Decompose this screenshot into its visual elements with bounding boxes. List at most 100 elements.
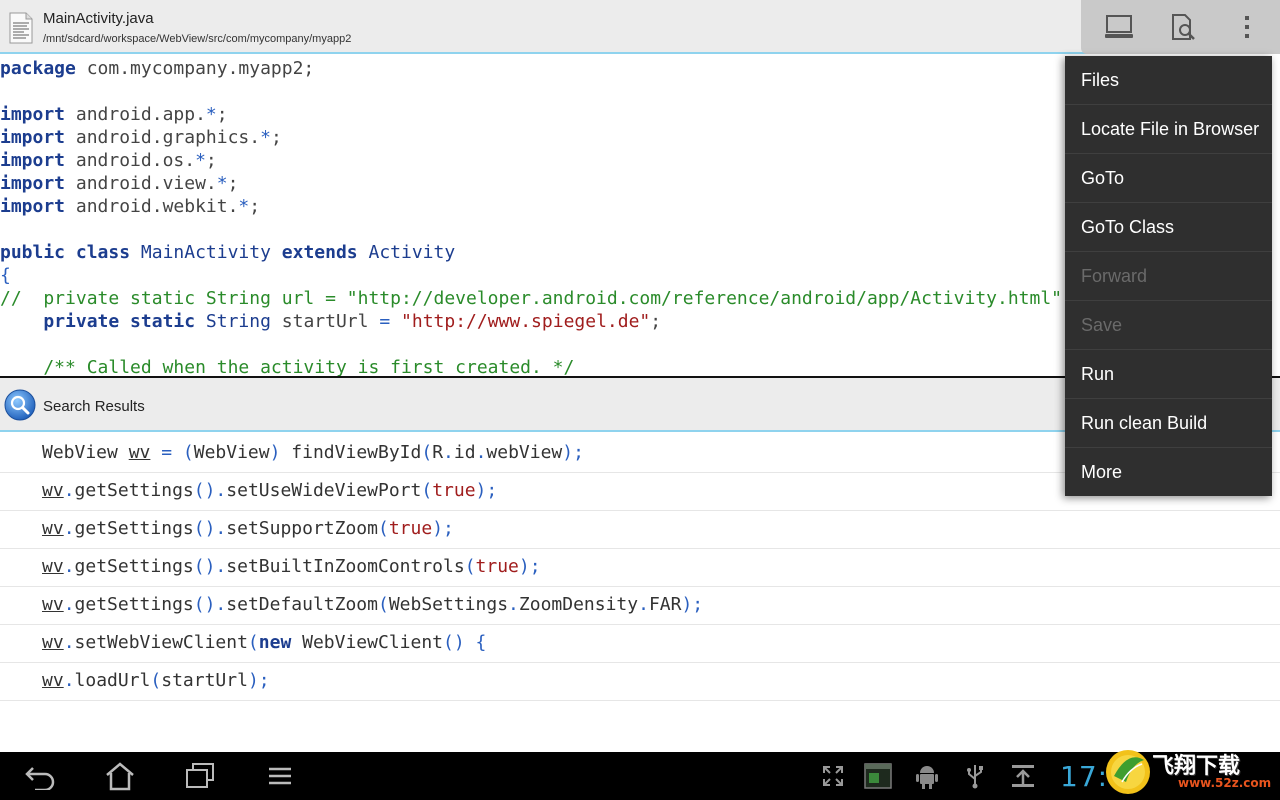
laptop-button[interactable]	[1101, 10, 1137, 44]
code-token: ;	[270, 127, 282, 148]
code-token: (	[247, 632, 259, 653]
code-token: .	[63, 594, 75, 615]
code-token: (	[421, 442, 433, 463]
code-token: () {	[443, 632, 487, 653]
search-file-button[interactable]	[1165, 10, 1201, 44]
code-token: import	[0, 104, 66, 125]
code-token: setUseWideViewPort	[226, 480, 422, 501]
search-result-row[interactable]: wv.getSettings().setSupportZoom(true);	[0, 511, 1280, 549]
code-token: com.mycompany.myapp2;	[75, 58, 315, 79]
search-result-text: wv.getSettings().setDefaultZoom(WebSetti…	[42, 594, 703, 615]
laptop-icon	[1105, 15, 1133, 38]
search-result-text: WebView wv = (WebView) findViewById(R.id…	[42, 442, 584, 463]
code-token: .	[63, 556, 75, 577]
code-token: extends	[270, 242, 369, 263]
code-token: setDefaultZoom	[226, 594, 378, 615]
usb-icon	[967, 765, 983, 789]
code-token: *	[216, 173, 228, 194]
recent-apps-button[interactable]	[178, 758, 222, 794]
code-token: setBuiltInZoomControls	[226, 556, 465, 577]
code-token: loadUrl	[74, 670, 151, 691]
code-token: webView	[486, 442, 563, 463]
document-icon	[9, 12, 33, 44]
code-token: startUrl	[270, 311, 380, 332]
code-token: android.graphics.	[65, 127, 261, 148]
code-token: android.webkit.	[65, 196, 239, 217]
download-icon	[1012, 765, 1034, 787]
debug-notification[interactable]	[912, 762, 942, 790]
code-token: public class	[0, 242, 141, 263]
search-file-icon	[1172, 14, 1195, 40]
search-result-text: wv.getSettings().setBuiltInZoomControls(…	[42, 556, 541, 577]
code-line: package com.mycompany.myapp2;	[0, 57, 314, 80]
back-button[interactable]	[18, 758, 62, 794]
code-line: public class MainActivity extends Activi…	[0, 241, 455, 264]
overflow-menu: Files Locate File in Browser GoTo GoTo Clas…	[1065, 56, 1272, 496]
code-token: =	[379, 311, 391, 332]
code-line: import android.os.*;	[0, 149, 217, 172]
code-token: ;	[216, 104, 228, 125]
menu-item-goto[interactable]: GoTo	[1065, 154, 1272, 203]
code-token: wv	[42, 594, 64, 615]
code-token: import	[0, 150, 66, 171]
code-token: Activity	[368, 242, 456, 263]
search-result-text: wv.loadUrl(startUrl);	[42, 670, 270, 691]
code-token: import	[0, 173, 66, 194]
menu-item-forward: Forward	[1065, 252, 1272, 301]
system-bar: 17:4	[0, 752, 1280, 800]
code-token: .	[443, 442, 454, 463]
file-path: /mnt/sdcard/workspace/WebView/src/com/my…	[43, 33, 352, 45]
code-line: private static String startUrl = "http:/…	[0, 310, 661, 333]
code-token: );	[681, 594, 704, 615]
fullscreen-button[interactable]	[818, 762, 848, 790]
menu-item-run[interactable]: Run	[1065, 350, 1272, 399]
menu-item-locate-file-in-browser[interactable]: Locate File in Browser	[1065, 105, 1272, 154]
code-token: wv	[42, 518, 64, 539]
code-token: wv	[42, 670, 64, 691]
code-token: );	[518, 556, 541, 577]
code-token: .	[63, 480, 75, 501]
code-token: )	[269, 442, 292, 463]
menu-item-more[interactable]: More	[1065, 448, 1272, 497]
overflow-menu-icon	[1245, 16, 1249, 38]
code-token: android.view.	[65, 173, 217, 194]
menu-item-run-clean-build[interactable]: Run clean Build	[1065, 399, 1272, 448]
code-token: findViewById	[291, 442, 422, 463]
search-result-row[interactable]: wv.getSettings().setDefaultZoom(WebSetti…	[0, 587, 1280, 625]
code-line: import android.view.*;	[0, 172, 238, 195]
search-result-row[interactable]: wv.getSettings().setBuiltInZoomControls(…	[0, 549, 1280, 587]
code-token: R	[432, 442, 444, 463]
code-line: import android.app.*;	[0, 103, 228, 126]
search-result-row[interactable]: wv.setWebViewClient(new WebViewClient() …	[0, 625, 1280, 663]
menu-item-goto-class[interactable]: GoTo Class	[1065, 203, 1272, 252]
home-button[interactable]	[98, 758, 142, 794]
code-token: = (	[150, 442, 194, 463]
menu-item-files[interactable]: Files	[1065, 56, 1272, 105]
code-token: true	[475, 556, 519, 577]
code-token: true	[432, 480, 476, 501]
code-line: import android.webkit.*;	[0, 195, 260, 218]
file-name: MainActivity.java	[43, 10, 154, 27]
code-line: {	[0, 264, 11, 287]
code-token: *	[205, 104, 217, 125]
screenshot-notification[interactable]	[863, 762, 893, 790]
menu-button[interactable]	[258, 758, 302, 794]
overflow-menu-button[interactable]	[1229, 10, 1265, 44]
search-result-text: wv.getSettings().setSupportZoom(true);	[42, 518, 454, 539]
search-icon	[4, 389, 36, 421]
code-token: import	[0, 127, 66, 148]
code-token: wv	[42, 480, 64, 501]
code-token: *	[195, 150, 206, 171]
code-token: ().	[193, 518, 227, 539]
download-notification[interactable]	[1008, 762, 1038, 790]
fullscreen-icon	[823, 766, 843, 786]
search-result-row[interactable]: wv.loadUrl(startUrl);	[0, 663, 1280, 701]
code-token: .	[63, 670, 75, 691]
usb-notification[interactable]	[960, 762, 990, 790]
code-token: WebSettings	[388, 594, 509, 615]
code-token: .	[638, 594, 649, 615]
code-token: (	[464, 556, 476, 577]
code-token: import	[0, 196, 66, 217]
code-token: WebViewClient	[291, 632, 443, 653]
